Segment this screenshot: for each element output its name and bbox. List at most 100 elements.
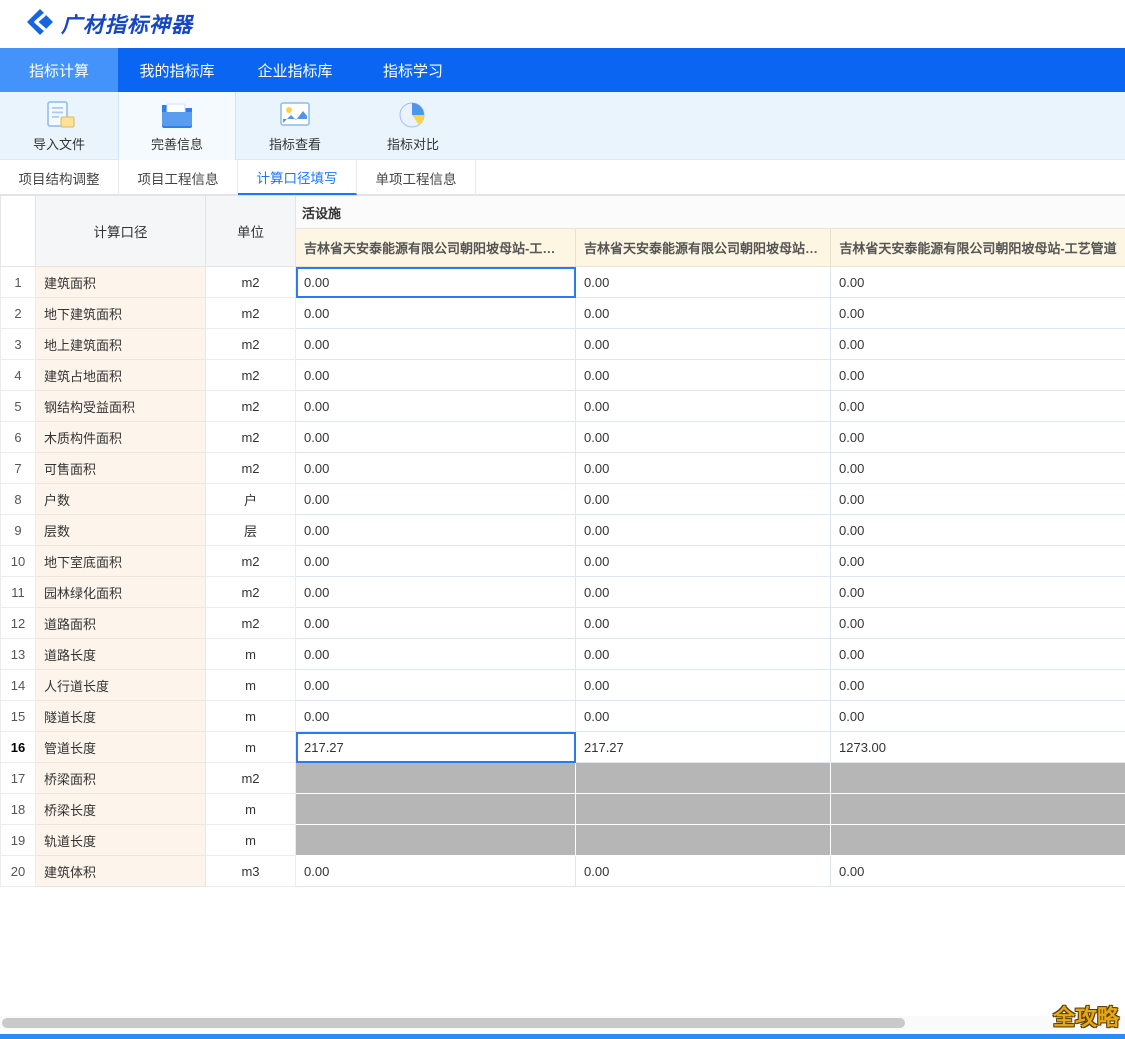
value-cell[interactable]: 0.00 bbox=[296, 608, 576, 639]
value-cell bbox=[296, 794, 576, 825]
caliber-label: 层数 bbox=[36, 515, 206, 546]
nav-tab-4[interactable]: 指标学习 bbox=[354, 48, 472, 92]
value-cell[interactable]: 0.00 bbox=[576, 701, 831, 732]
value-cell[interactable]: 0.00 bbox=[576, 360, 831, 391]
value-cell bbox=[831, 794, 1125, 825]
value-cell[interactable]: 0.00 bbox=[576, 577, 831, 608]
subtab-3[interactable]: 计算口径填写 bbox=[238, 160, 357, 195]
indicator-view-icon bbox=[277, 99, 313, 131]
subtab-4[interactable]: 单项工程信息 bbox=[357, 160, 476, 195]
value-cell[interactable]: 0.00 bbox=[831, 608, 1125, 639]
toolbar-item-indicator-compare[interactable]: 指标对比 bbox=[354, 92, 472, 160]
value-cell[interactable]: 0.00 bbox=[831, 391, 1125, 422]
project-column-header-3: 吉林省天安泰能源有限公司朝阳坡母站-工艺管道 bbox=[831, 229, 1125, 267]
value-cell[interactable]: 0.00 bbox=[831, 515, 1125, 546]
table-row: 9层数层0.000.000.00 bbox=[1, 515, 1125, 546]
scrollbar-thumb[interactable] bbox=[2, 1018, 905, 1028]
value-cell[interactable]: 0.00 bbox=[831, 484, 1125, 515]
nav-tab-2[interactable]: 我的指标库 bbox=[118, 48, 236, 92]
toolbar-item-import-file[interactable]: 导入文件 bbox=[0, 92, 118, 160]
value-cell[interactable]: 0.00 bbox=[296, 701, 576, 732]
value-cell[interactable]: 0.00 bbox=[831, 577, 1125, 608]
table-row: 6木质构件面积m20.000.000.00 bbox=[1, 422, 1125, 453]
value-cell[interactable]: 0.00 bbox=[831, 360, 1125, 391]
value-cell[interactable]: 0.00 bbox=[576, 608, 831, 639]
value-cell[interactable]: 0.00 bbox=[576, 391, 831, 422]
value-cell[interactable]: 0.00 bbox=[576, 453, 831, 484]
value-cell[interactable]: 0.00 bbox=[296, 422, 576, 453]
value-cell[interactable]: 0.00 bbox=[576, 329, 831, 360]
group-header: 活设施 bbox=[296, 196, 1125, 229]
unit-value: m2 bbox=[206, 453, 296, 484]
logo-bar: 广材指标神器 bbox=[0, 0, 1125, 48]
value-cell[interactable]: 0.00 bbox=[296, 515, 576, 546]
value-cell[interactable]: 0.00 bbox=[296, 391, 576, 422]
nav-tab-1[interactable]: 指标计算 bbox=[0, 48, 118, 92]
value-cell[interactable]: 0.00 bbox=[296, 670, 576, 701]
value-cell[interactable]: 0.00 bbox=[296, 856, 576, 887]
value-cell[interactable]: 0.00 bbox=[831, 422, 1125, 453]
value-cell[interactable]: 0.00 bbox=[576, 298, 831, 329]
value-cell[interactable]: 0.00 bbox=[831, 856, 1125, 887]
unit-value: m2 bbox=[206, 391, 296, 422]
value-cell[interactable]: 0.00 bbox=[831, 453, 1125, 484]
unit-value: m2 bbox=[206, 422, 296, 453]
row-number: 1 bbox=[1, 267, 36, 298]
caliber-label: 地上建筑面积 bbox=[36, 329, 206, 360]
table-row: 13道路长度m0.000.000.00 bbox=[1, 639, 1125, 670]
value-cell[interactable]: 0.00 bbox=[576, 856, 831, 887]
value-cell[interactable]: 0.00 bbox=[831, 298, 1125, 329]
row-number: 4 bbox=[1, 360, 36, 391]
unit-value: m2 bbox=[206, 577, 296, 608]
row-number: 19 bbox=[1, 825, 36, 856]
nav-tab-3[interactable]: 企业指标库 bbox=[236, 48, 354, 92]
row-number: 7 bbox=[1, 453, 36, 484]
toolbar-item-complete-info[interactable]: 完善信息 bbox=[118, 92, 236, 160]
caliber-table: 计算口径单位活设施吉林省天安泰能源有限公司朝阳坡母站-工艺管沟吉林省天安泰能源有… bbox=[0, 195, 1125, 887]
unit-value: m bbox=[206, 639, 296, 670]
value-cell[interactable]: 1273.00 bbox=[831, 732, 1125, 763]
table-corner-cell bbox=[1, 196, 36, 267]
table-row: 5钢结构受益面积m20.000.000.00 bbox=[1, 391, 1125, 422]
value-cell[interactable]: 0.00 bbox=[296, 484, 576, 515]
app-logo-text: 广材指标神器 bbox=[61, 9, 193, 39]
value-cell[interactable]: 0.00 bbox=[576, 546, 831, 577]
subtab-2[interactable]: 项目工程信息 bbox=[119, 160, 238, 195]
toolbar-item-indicator-view[interactable]: 指标查看 bbox=[236, 92, 354, 160]
value-cell[interactable]: 0.00 bbox=[576, 422, 831, 453]
value-cell[interactable]: 0.00 bbox=[296, 329, 576, 360]
value-cell[interactable]: 0.00 bbox=[831, 546, 1125, 577]
value-cell[interactable]: 0.00 bbox=[296, 639, 576, 670]
table-row: 7可售面积m20.000.000.00 bbox=[1, 453, 1125, 484]
table-row: 1建筑面积m20.000.000.00 bbox=[1, 267, 1125, 298]
value-cell[interactable]: 0.00 bbox=[576, 484, 831, 515]
unit-value: m bbox=[206, 701, 296, 732]
project-column-header-2: 吉林省天安泰能源有限公司朝阳坡母站-工艺... bbox=[576, 229, 831, 267]
row-number: 8 bbox=[1, 484, 36, 515]
table-row: 4建筑占地面积m20.000.000.00 bbox=[1, 360, 1125, 391]
value-cell[interactable]: 0.00 bbox=[576, 267, 831, 298]
value-cell[interactable]: 0.00 bbox=[831, 639, 1125, 670]
value-cell[interactable]: 0.00 bbox=[831, 329, 1125, 360]
horizontal-scrollbar[interactable] bbox=[0, 1016, 1125, 1030]
value-cell[interactable]: 0.00 bbox=[831, 267, 1125, 298]
value-cell[interactable]: 0.00 bbox=[296, 546, 576, 577]
caliber-label: 可售面积 bbox=[36, 453, 206, 484]
value-cell[interactable]: 0.00 bbox=[576, 515, 831, 546]
value-cell[interactable]: 0.00 bbox=[831, 701, 1125, 732]
unit-value: m3 bbox=[206, 856, 296, 887]
value-cell[interactable]: 0.00 bbox=[296, 267, 576, 298]
value-cell[interactable]: 0.00 bbox=[296, 453, 576, 484]
value-cell bbox=[831, 825, 1125, 856]
table-row: 11园林绿化面积m20.000.000.00 bbox=[1, 577, 1125, 608]
value-cell[interactable]: 217.27 bbox=[296, 732, 576, 763]
value-cell[interactable]: 217.27 bbox=[576, 732, 831, 763]
subtab-1[interactable]: 项目结构调整 bbox=[0, 160, 119, 195]
value-cell[interactable]: 0.00 bbox=[296, 577, 576, 608]
value-cell[interactable]: 0.00 bbox=[296, 298, 576, 329]
value-cell[interactable]: 0.00 bbox=[576, 639, 831, 670]
value-cell[interactable]: 0.00 bbox=[831, 670, 1125, 701]
value-cell[interactable]: 0.00 bbox=[576, 670, 831, 701]
row-number: 6 bbox=[1, 422, 36, 453]
value-cell[interactable]: 0.00 bbox=[296, 360, 576, 391]
